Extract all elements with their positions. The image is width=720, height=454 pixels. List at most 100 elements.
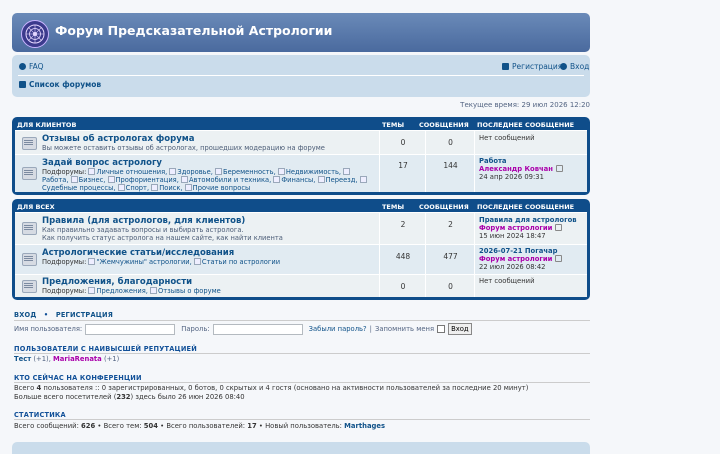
forum-title[interactable]: Отзывы об астрологах форума [42,134,194,144]
category-name[interactable]: ДЛЯ ВСЕХ [17,203,55,211]
reputation-heading: ПОЛЬЗОВАТЕЛИ С НАИВЫСШЕЙ РЕПУТАЦИЕЙ [14,345,197,353]
faq-label: FAQ [29,62,44,71]
col-last-post: ПОСЛЕДНЕЕ СООБЩЕНИЕ [477,203,575,211]
topics-cell: 17 [379,155,426,192]
topics-cell: 2 [379,213,426,244]
forum-read-icon [22,280,37,293]
go-to-post-icon[interactable] [555,255,563,262]
newest-user-link[interactable]: Marthages [344,422,385,430]
forum-title[interactable]: Задай вопрос астрологу [42,158,162,168]
stats-label: • Новый пользователь: [258,422,342,430]
remember-me-checkbox[interactable] [437,325,446,333]
subforums-list: Подфорумы: "Жемчужины" астрологии, Стать… [42,258,372,266]
subforum-link[interactable]: Предложения, [88,287,147,295]
zodiac-wheel-icon [25,24,45,44]
forum-title[interactable]: Правила (для астрологов, для клиентов) [42,216,245,226]
heading-dot: • [43,311,49,319]
register-heading-link[interactable]: РЕГИСТРАЦИЯ [56,311,113,319]
last-post-topic[interactable]: Правила для астрологов [479,216,587,224]
footer-navbar [12,442,590,454]
login-form: Имя пользователя: Пароль: Забыли пароль?… [14,323,472,335]
forgot-password-link[interactable]: Забыли пароль? [309,325,367,333]
stats-label: • Всего тем: [97,422,142,430]
register-link[interactable]: Регистрация [502,62,562,71]
no-posts: Нет сообщений [479,134,535,142]
go-to-post-icon[interactable] [555,165,563,172]
subforum-link[interactable]: Личные отношения, [88,168,167,176]
last-post-topic[interactable]: 2026-07-21 Погачар [479,247,587,255]
subforum-link[interactable]: Беременность, [215,168,276,176]
subforum-link[interactable]: Отзывы о форуме [150,287,221,295]
stats-line: Всего сообщений: 626 • Всего тем: 504 • … [14,422,385,430]
rep-user-score: (+1) [103,355,120,363]
topics-cell: 0 [379,275,426,297]
online-count: 4 [36,384,42,392]
login-link[interactable]: Вход [560,62,589,71]
col-topics: ТЕМЫ [382,121,405,129]
category-header: ДЛЯ ВСЕХ ТЕМЫ СООБЩЕНИЯ ПОСЛЕДНЕЕ СООБЩЕ… [15,199,587,212]
login-heading: ВХОД • РЕГИСТРАЦИЯ [14,311,113,319]
faq-link[interactable]: FAQ [19,62,44,71]
forum-title[interactable]: Предложения, благодарности [42,277,192,287]
subforum-link[interactable]: Поиск, [151,184,182,192]
posts-count: 144 [443,161,458,170]
forum-row: Задай вопрос астрологу Подфорумы: Личные… [15,154,587,192]
online-text: пользователя :: 0 зарегистрированных, 0 … [43,384,529,392]
last-post-user[interactable]: Форум астрологии [479,255,552,263]
subforum-link[interactable]: Переезд, [318,176,358,184]
site-title[interactable]: Форум Предсказательной Астрологии [55,23,332,38]
forum-row: Правила (для астрологов, для клиентов) К… [15,212,587,244]
col-posts: СООБЩЕНИЯ [419,203,469,211]
category-header: ДЛЯ КЛИЕНТОВ ТЕМЫ СООБЩЕНИЯ ПОСЛЕДНЕЕ СО… [15,117,587,130]
login-submit-button[interactable]: Вход [448,323,472,335]
last-post-user[interactable]: Александр Ковчан [479,165,553,173]
max-online-text: Больше всего посетителей ( [14,393,117,401]
last-post-cell: Нет сообщений [474,131,587,154]
topics-count: 2 [400,220,406,229]
current-time: Текущее время: 29 июл 2026 12:20 [460,101,590,109]
password-input[interactable] [212,323,303,335]
posts-cell: 0 [425,275,475,297]
divider [14,419,590,420]
subforum-link[interactable]: Прочие вопросы [185,184,251,192]
rep-user-link[interactable]: Тест [14,355,31,363]
info-icon [19,63,26,70]
last-post-date: 24 апр 2026 09:31 [479,173,544,181]
subforums-label: Подфорумы: [42,258,87,266]
power-icon [560,63,567,70]
topics-count: 448 [395,252,411,261]
stats-value: 504 [143,422,158,430]
subforum-link[interactable]: "Жемчужины" астрологии, [88,258,191,266]
subforum-link[interactable]: Финансы, [273,176,315,184]
last-post-topic[interactable]: Работа [479,157,587,165]
subforum-link[interactable]: Автомобили и техника, [181,176,271,184]
posts-count: 0 [448,138,453,147]
category-name[interactable]: ДЛЯ КЛИЕНТОВ [17,121,76,129]
forum-index-label: Список форумов [29,80,102,89]
subforum-link[interactable]: Недвижимость, [278,168,341,176]
subforum-link[interactable]: Профориентация, [108,176,179,184]
divider [14,382,590,383]
rep-user-link[interactable]: MariaRenata [53,355,102,363]
divider [14,353,590,354]
username-input[interactable] [85,323,176,335]
subforum-link[interactable]: Бизнес, [71,176,106,184]
topics-count: 0 [400,138,406,147]
login-heading-link[interactable]: ВХОД [14,311,36,319]
login-label: Вход [570,62,590,71]
subforum-link[interactable]: Статьи по астрологии [194,258,280,266]
posts-cell: 2 [425,213,475,244]
col-topics: ТЕМЫ [382,203,405,211]
site-logo[interactable] [21,20,49,48]
online-line: Всего 4 пользователя :: 0 зарегистрирова… [14,384,528,392]
breadcrumb-forum-index[interactable]: Список форумов [19,80,101,89]
rep-user-score: (+1), [33,355,51,363]
last-post-user[interactable]: Форум астрологии [479,224,552,232]
forum-title[interactable]: Астрологические статьи/исследования [42,248,234,258]
reputation-users: Тест (+1), MariaRenata (+1) [14,355,119,363]
subforum-link[interactable]: Спорт, [118,184,149,192]
subforum-link[interactable]: Здоровье, [169,168,212,176]
stats-value: 626 [81,422,96,430]
form-separator: | [369,325,372,333]
go-to-post-icon[interactable] [555,224,563,231]
